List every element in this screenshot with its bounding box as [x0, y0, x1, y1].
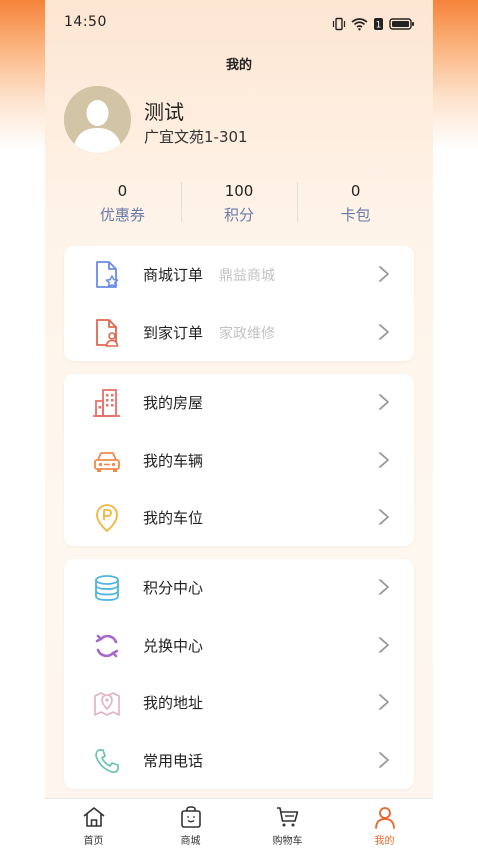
menu-item-label: 兑换中心	[143, 636, 204, 655]
menu-item-label: 我的车位	[143, 509, 204, 527]
svg-text:1: 1	[376, 21, 382, 31]
menu-item-label: 到家订单	[143, 323, 204, 342]
chevron-right-icon	[379, 636, 389, 653]
menu-item-label: 商城订单	[143, 266, 204, 284]
stat-cards[interactable]: 0 卡包	[297, 178, 414, 228]
stat-value: 0	[350, 182, 361, 200]
user-name: 测试	[144, 100, 184, 124]
chevron-right-icon	[379, 751, 389, 768]
menu-item-common-phones[interactable]: 常用电话	[64, 732, 414, 790]
stat-points[interactable]: 100 积分	[180, 178, 298, 228]
building-icon	[93, 389, 120, 417]
exchange-arrows-icon	[95, 634, 119, 657]
status-icons: 1	[332, 14, 415, 34]
stat-coupons[interactable]: 0 优惠券	[64, 178, 181, 228]
menu-item-home-orders[interactable]: 到家订单 家政维修	[64, 304, 414, 362]
car-icon	[94, 451, 120, 472]
chevron-right-icon	[379, 451, 389, 468]
user-address: 广宜文苑1-301	[144, 128, 248, 146]
chevron-right-icon	[379, 323, 389, 340]
phone-icon	[95, 748, 119, 773]
menu-item-sublabel: 家政维修	[219, 325, 275, 342]
bottom-tab-bar: 首页 商城 购物车 我的	[45, 798, 433, 851]
vibrate-icon	[332, 17, 346, 31]
chevron-right-icon	[379, 694, 389, 710]
tab-mall[interactable]: 商城	[142, 799, 239, 851]
home-icon	[83, 807, 104, 827]
document-person-icon	[96, 318, 119, 347]
menu-item-my-house[interactable]: 我的房屋	[64, 374, 414, 432]
document-star-icon	[96, 261, 119, 288]
tab-home[interactable]: 首页	[45, 799, 142, 851]
map-pin-icon	[94, 692, 120, 716]
menu-item-my-parking[interactable]: 我的车位	[64, 489, 414, 547]
menu-item-sublabel: 鼎益商城	[219, 268, 275, 284]
chevron-right-icon	[379, 509, 389, 525]
property-card: 我的房屋 我的车辆 我的车位	[64, 374, 414, 546]
user-silhouette-icon	[64, 86, 131, 153]
menu-item-label: 我的房屋	[143, 394, 204, 412]
status-time: 14:50	[64, 14, 107, 30]
tab-label: 商城	[180, 836, 201, 847]
chevron-right-icon	[379, 394, 389, 410]
avatar[interactable]	[64, 86, 131, 153]
tab-label: 购物车	[272, 836, 303, 847]
cart-icon	[276, 807, 298, 827]
chevron-right-icon	[379, 266, 389, 282]
battery-icon	[389, 18, 414, 30]
stat-label: 优惠券	[99, 206, 145, 224]
menu-item-label: 我的车辆	[143, 451, 204, 470]
tab-label: 我的	[374, 836, 395, 847]
orders-card: 商城订单 鼎益商城 到家订单 家政维修	[64, 246, 414, 361]
shopping-bag-icon	[180, 806, 201, 828]
menu-item-mall-orders[interactable]: 商城订单 鼎益商城	[64, 246, 414, 304]
tab-label: 首页	[83, 836, 104, 847]
status-bar: 14:50 1	[0, 0, 478, 48]
stat-value: 100	[224, 182, 254, 200]
menu-item-label: 我的地址	[143, 694, 204, 712]
stat-label: 积分	[224, 206, 255, 224]
user-icon	[374, 807, 395, 829]
menu-item-label: 常用电话	[143, 751, 204, 770]
tab-cart[interactable]: 购物车	[239, 799, 336, 851]
stats-bar: 0 优惠券 100 积分 0 卡包	[64, 178, 414, 228]
stat-label: 卡包	[340, 206, 371, 224]
sim-icon: 1	[374, 18, 383, 31]
menu-item-points-center[interactable]: 积分中心	[64, 559, 414, 617]
wifi-icon	[351, 18, 368, 31]
coins-stack-icon	[95, 575, 119, 601]
menu-item-my-address[interactable]: 我的地址	[64, 674, 414, 732]
parking-icon	[96, 504, 118, 532]
stat-value: 0	[117, 182, 128, 200]
chevron-right-icon	[379, 579, 389, 595]
tab-mine[interactable]: 我的	[336, 799, 433, 851]
services-card: 积分中心 兑换中心 我的地址 常用电话	[64, 559, 414, 789]
page-title: 我的	[225, 58, 252, 73]
menu-item-my-vehicle[interactable]: 我的车辆	[64, 432, 414, 490]
menu-item-exchange-center[interactable]: 兑换中心	[64, 617, 414, 675]
menu-item-label: 积分中心	[143, 579, 204, 597]
